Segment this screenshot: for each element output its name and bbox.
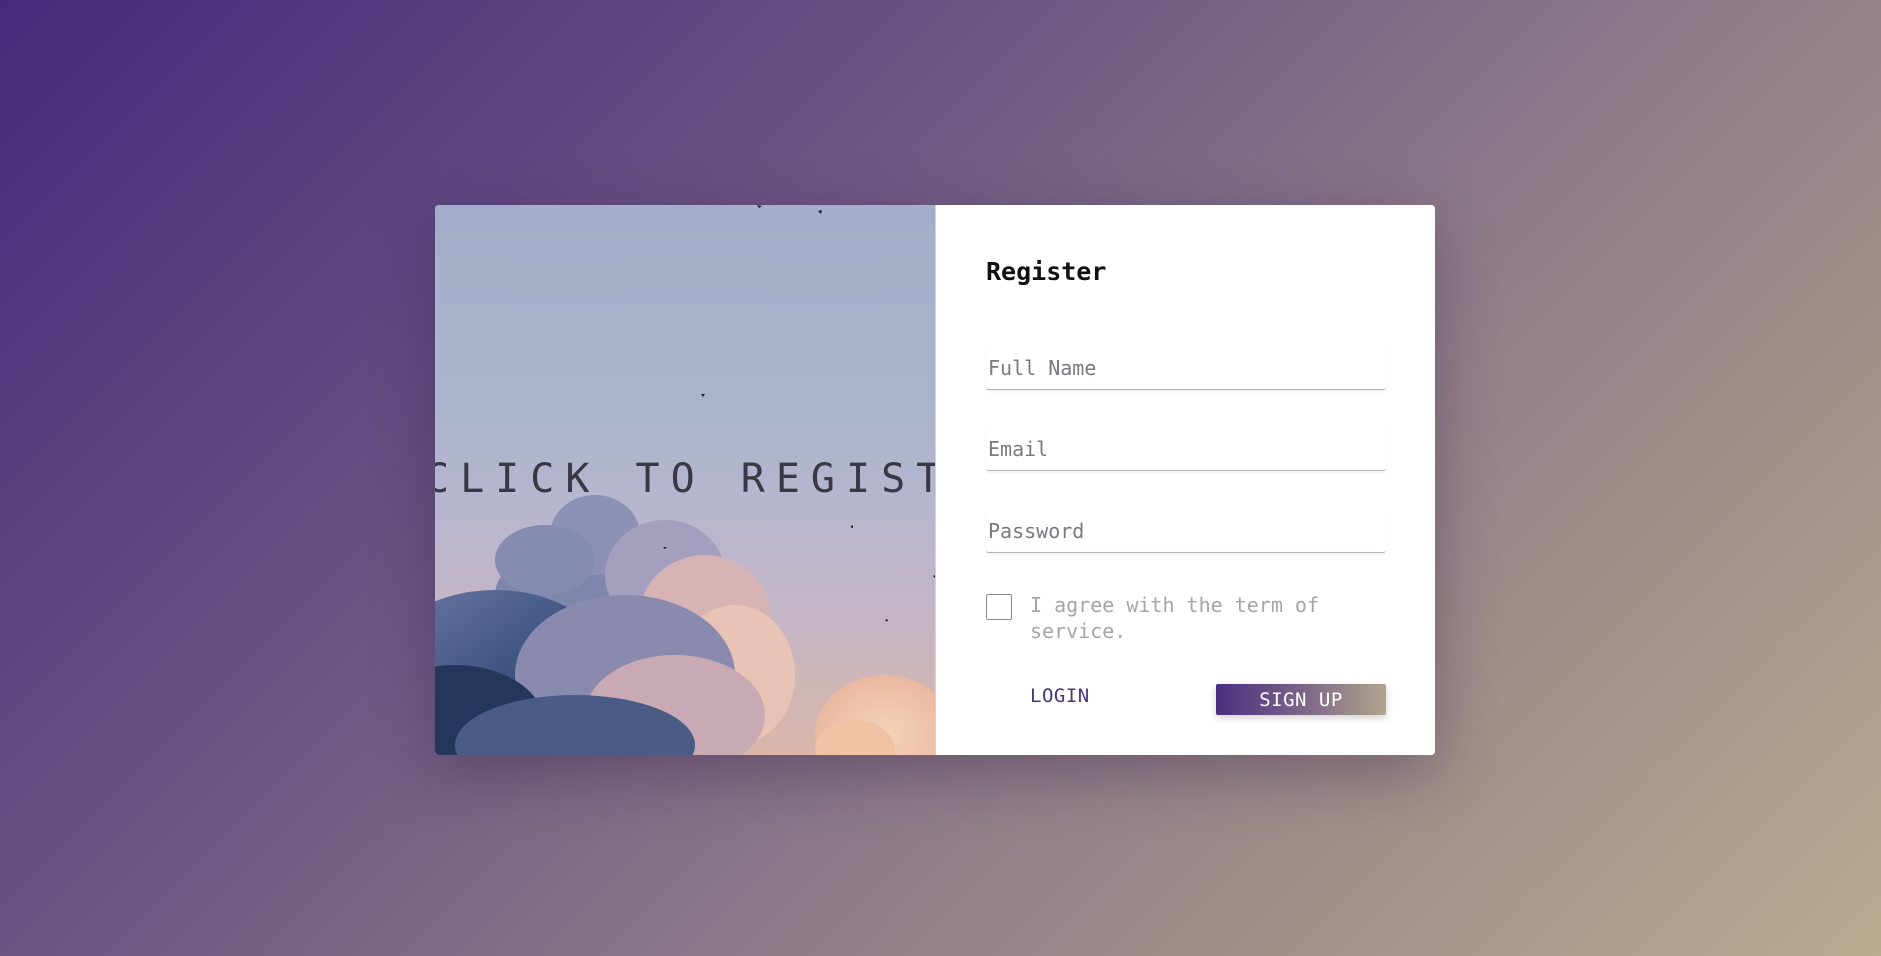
terms-checkbox[interactable] xyxy=(986,594,1012,620)
terms-label: I agree with the term of service. xyxy=(1030,593,1319,643)
terms-agreement: I agree with the term of service. xyxy=(986,593,1360,644)
email-input[interactable] xyxy=(986,427,1386,471)
full-name-input[interactable] xyxy=(986,346,1386,390)
cloud-shape xyxy=(435,495,935,755)
register-card: CLICK TO REGISTER Register I agree with … xyxy=(435,205,1435,755)
password-input[interactable] xyxy=(986,509,1386,553)
click-to-register-panel[interactable]: CLICK TO REGISTER xyxy=(435,205,935,755)
sign-up-button[interactable]: SIGN UP xyxy=(1216,684,1386,715)
register-form: Register I agree with the term of servic… xyxy=(935,205,1435,755)
login-button[interactable]: LOGIN xyxy=(1030,685,1090,707)
click-to-register-caption[interactable]: CLICK TO REGISTER xyxy=(435,456,935,502)
form-title: Register xyxy=(986,257,1107,286)
